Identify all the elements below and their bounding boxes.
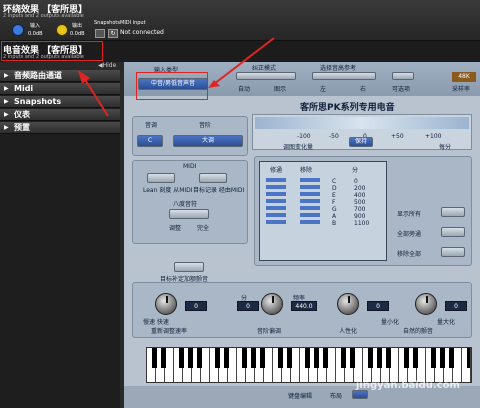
arrow-to-input-type bbox=[213, 37, 275, 85]
watermark: jingyan.baidu.com bbox=[356, 380, 460, 391]
arrow-to-title bbox=[83, 77, 109, 117]
arrowhead-2 bbox=[78, 70, 90, 84]
annotation-arrows bbox=[78, 37, 275, 117]
